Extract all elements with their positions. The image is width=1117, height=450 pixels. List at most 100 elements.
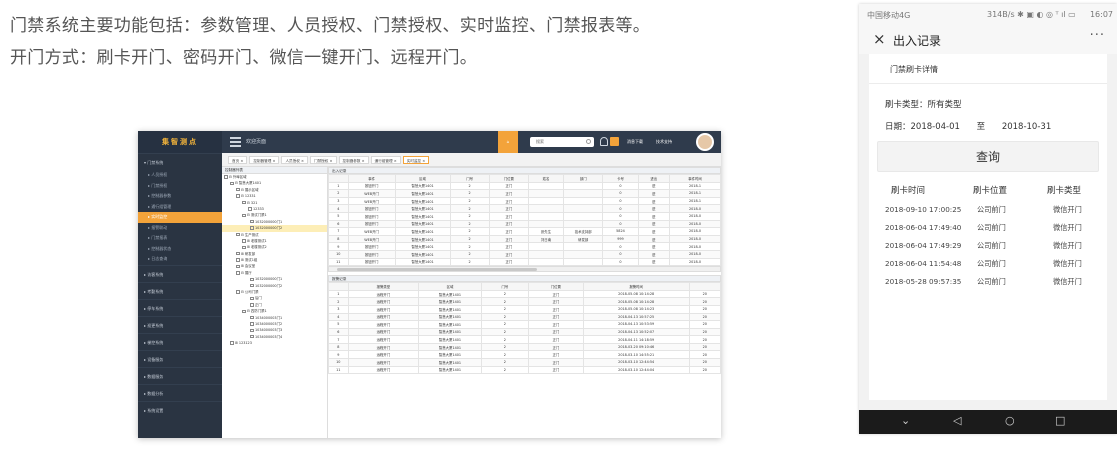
sidebar-item[interactable]: ▸ 实时监控 — [138, 212, 222, 223]
column-header[interactable]: 进出 — [637, 174, 670, 183]
table-row[interactable]: 11 远程开门 智慧大厦1401 2 正门 2018-03-10 12:44:04 20 — [328, 365, 721, 375]
table-row[interactable]: 3 远程开门 智慧大厦1401 2 正门 2018-05-08 10:14:23 20 — [328, 304, 721, 314]
column-header[interactable]: 门号 — [449, 174, 490, 183]
recents-icon[interactable]: □ — [1055, 415, 1065, 427]
close-icon[interactable]: × — [873, 30, 886, 48]
tab-item[interactable]: 首页 × — [228, 156, 248, 164]
column-header[interactable] — [328, 282, 349, 291]
column-header[interactable]: 区域 — [418, 282, 482, 291]
column-header[interactable]: 部门 — [563, 174, 604, 183]
table-row[interactable]: 8 WEB开门 智慧大厦1401 2 正门 刘日南 研发部 999 进 2018-0 — [328, 234, 721, 244]
table-cell: 按钮开门 — [347, 181, 396, 191]
sidebar-item[interactable]: ▸ 人员授权 — [138, 170, 222, 181]
tab-item[interactable]: 控制器参数 × — [338, 156, 369, 164]
sidebar-item[interactable]: ▸ 系统设置 — [138, 400, 222, 418]
avatar[interactable] — [696, 133, 714, 151]
sidebar-item[interactable]: ▸ 门禁授权 — [138, 181, 222, 192]
sidebar-item[interactable]: ▸ 通行组管理 — [138, 202, 222, 213]
tab-item[interactable]: 人员授权 × — [281, 156, 308, 164]
back-icon[interactable]: ◁ — [953, 415, 961, 427]
table-row[interactable]: 9 远程开门 智慧大厦1401 2 正门 2018-03-10 14:55:21 20 — [328, 350, 721, 360]
notification-badge[interactable] — [610, 137, 619, 146]
sidebar-item[interactable]: ▸ 控制器参数 — [138, 191, 222, 202]
home-icon[interactable]: ○ — [1005, 415, 1015, 427]
table-cell: 正门 — [527, 312, 584, 322]
column-header[interactable] — [688, 282, 721, 291]
sidebar-item[interactable]: ▸ 控制器状态 — [138, 244, 222, 255]
sidebar-item[interactable]: ▸ 数据分析 — [138, 383, 222, 401]
table-row[interactable]: 4 按钮开门 智慧大厦1401 2 正门 0 进 2018-0 — [328, 204, 721, 213]
table-row[interactable]: 6 远程开门 智慧大厦1401 2 正门 2018-04-13 10:52:07 20 — [328, 327, 721, 337]
column-header[interactable]: 门位置 — [527, 282, 584, 291]
search-input[interactable]: 搜索 — [530, 137, 594, 147]
table-cell: 2 — [480, 312, 529, 322]
column-header[interactable]: 门号 — [480, 282, 529, 291]
table-cell: 2 — [328, 189, 349, 198]
table-row[interactable]: 9 按钮开门 智慧大厦1401 2 正门 0 进 2018-0 — [328, 242, 721, 251]
card-type-filter[interactable]: 刷卡类型：所有类型 — [885, 98, 962, 110]
column-header[interactable]: 事件时间 — [668, 174, 721, 183]
search-icon[interactable] — [586, 139, 591, 144]
table-row[interactable]: 5 远程开门 智慧大厦1401 2 正门 2018-04-13 10:53:59 20 — [328, 320, 721, 329]
tab-item[interactable]: 控制器管理 × — [249, 156, 280, 164]
table-cell — [527, 196, 565, 206]
table-row[interactable]: 8 远程开门 智慧大厦1401 2 正门 2018-03-20 09:10:46 20 — [328, 342, 721, 352]
tab-item[interactable]: 实时监控 × — [402, 156, 430, 164]
sidebar-item[interactable]: ▸ 巡更系统 — [138, 315, 222, 333]
user-block[interactable]: ⌂ — [498, 131, 518, 153]
table-cell: 20 — [688, 350, 721, 360]
sidebar-item[interactable]: ▾ 门禁系统 — [138, 153, 222, 170]
chevron-down-icon[interactable]: ⌄ — [901, 415, 910, 427]
column-header[interactable]: 报警类型 — [347, 282, 420, 291]
sidebar-item[interactable]: ▸ 停车系统 — [138, 298, 222, 316]
table-cell: 刘日南 — [527, 234, 565, 244]
table-cell: 11 — [328, 365, 349, 375]
column-header[interactable]: 区域 — [394, 174, 451, 183]
sidebar-item[interactable]: ▸ 考勤系统 — [138, 281, 222, 299]
date-to: 至 — [976, 122, 986, 132]
table-cell: 7 — [328, 335, 349, 344]
table-row[interactable]: 1 按钮开门 智慧大厦1401 2 正门 0 进 2018-1 — [328, 181, 721, 191]
table-row[interactable]: 5 按钮开门 智慧大厦1401 2 正门 0 进 2018-0 — [328, 211, 721, 221]
tree-node-label: ⊟ 公司门禁 — [241, 290, 259, 295]
table-row[interactable]: 2 远程开门 智慧大厦1401 2 正门 2018-05-08 10:14:28 20 — [328, 297, 721, 306]
download-button[interactable]: 消息下载 — [627, 139, 643, 145]
table-cell: 进 — [637, 227, 670, 236]
table-row[interactable]: 3 WEB开门 智慧大厦1401 2 正门 0 进 2018-1 — [328, 196, 721, 206]
sidebar-item[interactable]: ▸ 访客系统 — [138, 264, 222, 282]
sidebar-item[interactable]: ▸ 报警联动 — [138, 223, 222, 234]
sidebar-item[interactable]: ▸ 门禁报表 — [138, 233, 222, 244]
support-button[interactable]: 技术支持 — [656, 139, 672, 145]
sidebar-item[interactable]: ▸ 日志查询 — [138, 254, 222, 265]
table-row[interactable]: 11 按钮开门 智慧大厦1401 2 正门 0 进 2018-0 — [328, 257, 721, 267]
table-row[interactable]: 7 远程开门 智慧大厦1401 2 正门 2018-04-11 14:18:59 20 — [328, 335, 721, 344]
date-range-filter[interactable]: 日期：2018-04-01 至 2018-10-31 — [885, 120, 1065, 132]
column-header[interactable]: 报警时间 — [582, 282, 690, 291]
column-header[interactable]: 卡号 — [602, 174, 639, 183]
table-row[interactable]: 2 WEB开门 智慧大厦1401 2 正门 0 进 2018-1 — [328, 189, 721, 198]
tab-item[interactable]: 门禁授权 × — [310, 156, 337, 164]
entry-scrollbar[interactable] — [328, 266, 721, 273]
query-button[interactable]: 查询 — [877, 141, 1099, 172]
column-header[interactable]: 事件 — [347, 174, 396, 183]
menu-icon[interactable] — [230, 137, 241, 147]
table-row[interactable]: 6 按钮开门 智慧大厦1401 2 正门 0 进 2018-0 — [328, 219, 721, 229]
bell-icon[interactable] — [600, 137, 608, 146]
table-row[interactable]: 10 按钮开门 智慧大厦1401 2 正门 0 进 2018-0 — [328, 249, 721, 259]
tab-item[interactable]: 通行组管理 × — [370, 156, 401, 164]
table-row[interactable]: 10 远程开门 智慧大厦1401 2 正门 2018-03-10 12:44:54 20 — [328, 358, 721, 367]
sidebar-item[interactable]: ▸ 梯控系统 — [138, 332, 222, 350]
column-header[interactable] — [328, 174, 349, 183]
more-icon[interactable]: ··· — [1090, 28, 1105, 43]
table-row[interactable]: 7 WEB开门 智慧大厦1401 2 正门 张先生 技术支持部 5824 进 2018-0 — [328, 227, 721, 236]
sidebar-item[interactable]: ▸ 设备服务 — [138, 349, 222, 367]
column-header[interactable]: 姓名 — [527, 174, 565, 183]
tree-node[interactable]: ⊞ 123123 — [222, 340, 327, 346]
date-start[interactable]: 日期：2018-04-01 — [885, 122, 960, 132]
table-row[interactable]: 4 远程开门 智慧大厦1401 2 正门 2018-04-13 10:57:25 20 — [328, 312, 721, 322]
sidebar-item[interactable]: ▸ 数据服务 — [138, 366, 222, 384]
table-row[interactable]: 1 远程开门 智慧大厦1401 2 正门 2018-05-08 10:14:28 20 — [328, 289, 721, 299]
header-title: 欢迎页面 — [246, 139, 267, 145]
column-header[interactable]: 门位置 — [488, 174, 529, 183]
date-end[interactable]: 2018-10-31 — [1002, 122, 1051, 132]
